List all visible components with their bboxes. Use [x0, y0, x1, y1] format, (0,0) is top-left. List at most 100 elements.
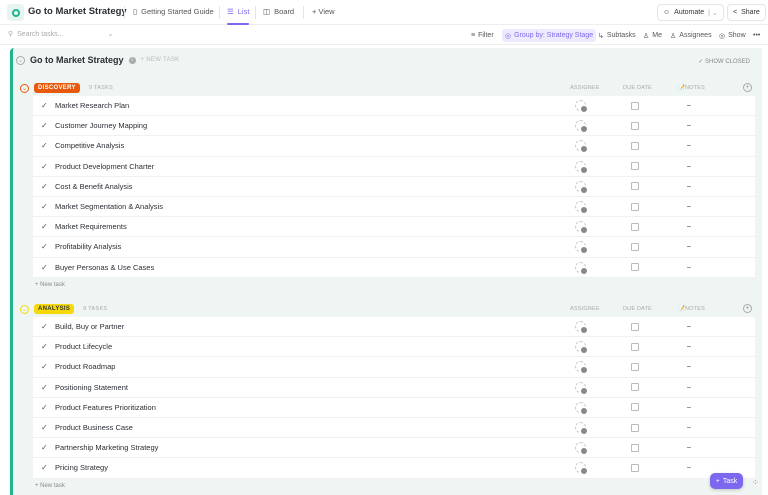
task-name[interactable]: Pricing Strategy — [55, 463, 108, 472]
check-icon[interactable]: ✓ — [41, 362, 48, 371]
add-column-icon[interactable]: + — [743, 304, 752, 313]
check-icon[interactable]: ✓ — [41, 263, 48, 272]
calendar-icon[interactable] — [631, 162, 639, 171]
notes-value[interactable]: – — [687, 464, 691, 471]
assignee-avatar-icon[interactable] — [575, 160, 588, 174]
task-row[interactable]: ✓ Build, Buy or Partner – — [33, 317, 755, 338]
filter-button[interactable]: ≡ Filter — [468, 29, 497, 42]
assignees-button[interactable]: ♙ Assignees — [667, 29, 715, 42]
check-icon[interactable]: ✓ — [41, 141, 48, 150]
calendar-icon[interactable] — [631, 141, 639, 150]
assignee-avatar-icon[interactable] — [575, 241, 588, 255]
new-task-button[interactable]: + New task — [35, 483, 762, 489]
calendar-icon[interactable] — [631, 423, 639, 432]
task-name[interactable]: Build, Buy or Partner — [55, 322, 124, 331]
check-icon[interactable]: ✓ — [41, 383, 48, 392]
assignee-avatar-icon[interactable] — [575, 462, 588, 476]
notes-value[interactable]: – — [687, 404, 691, 411]
calendar-icon[interactable] — [631, 202, 639, 211]
me-button[interactable]: ♙ Me — [640, 29, 665, 42]
task-name[interactable]: Cost & Benefit Analysis — [55, 182, 133, 191]
task-row[interactable]: ✓ Pricing Strategy – — [33, 458, 755, 479]
tab-getting-started[interactable]: ▯ Getting Started Guide — [133, 7, 214, 16]
assignee-avatar-icon[interactable] — [575, 140, 588, 154]
notes-value[interactable]: – — [687, 122, 691, 129]
task-row[interactable]: ✓ Product Business Case – — [33, 418, 755, 439]
assignee-avatar-icon[interactable] — [575, 201, 588, 215]
show-button[interactable]: ◎ Show — [716, 29, 749, 42]
task-name[interactable]: Profitability Analysis — [55, 242, 121, 251]
assignee-avatar-icon[interactable] — [575, 180, 588, 194]
assignee-avatar-icon[interactable] — [575, 261, 588, 275]
notes-value[interactable]: – — [687, 363, 691, 370]
assignee-avatar-icon[interactable] — [575, 442, 588, 456]
task-name[interactable]: Product Features Prioritization — [55, 403, 156, 412]
assignee-avatar-icon[interactable] — [575, 381, 588, 395]
task-row[interactable]: ✓ Market Requirements – — [33, 217, 755, 238]
notes-value[interactable]: – — [687, 102, 691, 109]
task-row[interactable]: ✓ Buyer Personas & Use Cases – — [33, 258, 755, 278]
notes-value[interactable]: – — [687, 223, 691, 230]
check-icon[interactable]: ✓ — [41, 242, 48, 251]
notes-value[interactable]: – — [687, 142, 691, 149]
notes-value[interactable]: – — [687, 203, 691, 210]
collapse-group-icon[interactable]: ⌄ — [20, 83, 29, 93]
subtasks-button[interactable]: ↳ Subtasks — [595, 29, 639, 42]
info-icon[interactable]: i — [128, 56, 136, 64]
calendar-icon[interactable] — [631, 222, 639, 231]
column-due-date[interactable]: DUE DATE — [623, 85, 652, 91]
task-name[interactable]: Partnership Marketing Strategy — [55, 443, 158, 452]
notes-value[interactable]: – — [687, 183, 691, 190]
check-icon[interactable]: ✓ — [41, 182, 48, 191]
tab-board[interactable]: ◫ Board — [263, 7, 294, 16]
check-icon[interactable]: ✓ — [41, 121, 48, 130]
task-row[interactable]: ✓ Product Lifecycle – — [33, 337, 755, 358]
column-assignee[interactable]: ASSIGNEE — [570, 306, 600, 312]
task-row[interactable]: ✓ Product Features Prioritization – — [33, 398, 755, 418]
calendar-icon[interactable] — [631, 242, 639, 251]
calendar-icon[interactable] — [631, 322, 639, 331]
assignee-avatar-icon[interactable] — [575, 120, 588, 134]
calendar-icon[interactable] — [631, 383, 639, 392]
task-name[interactable]: Product Lifecycle — [55, 342, 112, 351]
check-icon[interactable]: ✓ — [41, 423, 48, 432]
task-row[interactable]: ✓ Cost & Benefit Analysis – — [33, 177, 755, 197]
automate-button[interactable]: ☺ Automate | ⌄ — [657, 4, 724, 21]
check-icon[interactable]: ✓ — [41, 322, 48, 331]
check-icon[interactable]: ✓ — [41, 222, 48, 231]
new-task-button[interactable]: + New task — [35, 282, 762, 288]
task-row[interactable]: ✓ Product Development Charter – — [33, 157, 755, 177]
show-closed-button[interactable]: ✓ SHOW CLOSED — [698, 58, 750, 65]
notes-value[interactable]: – — [687, 424, 691, 431]
collapse-list-icon[interactable]: ⌄ — [16, 55, 25, 65]
add-task-button[interactable]: + Task — [710, 473, 743, 489]
assignee-avatar-icon[interactable] — [575, 221, 588, 235]
task-row[interactable]: ✓ Profitability Analysis – — [33, 237, 755, 258]
group-by-button[interactable]: ◎ Group by: Strategy Stage — [502, 29, 597, 42]
calendar-icon[interactable] — [631, 182, 639, 191]
task-name[interactable]: Product Roadmap — [55, 362, 115, 371]
calendar-icon[interactable] — [631, 263, 639, 272]
assignee-avatar-icon[interactable] — [575, 401, 588, 415]
task-name[interactable]: Market Requirements — [55, 222, 127, 231]
apps-icon[interactable]: ⁘ — [752, 478, 759, 487]
check-icon[interactable]: ✓ — [41, 463, 48, 472]
task-row[interactable]: ✓ Market Research Plan – — [33, 96, 755, 117]
task-row[interactable]: ✓ Product Roadmap – — [33, 357, 755, 378]
new-task-link[interactable]: + NEW TASK — [141, 57, 180, 63]
notes-value[interactable]: – — [687, 444, 691, 451]
add-column-icon[interactable]: + — [743, 83, 752, 92]
calendar-icon[interactable] — [631, 362, 639, 371]
tab-list[interactable]: ☰ List — [227, 7, 249, 16]
notes-value[interactable]: – — [687, 264, 691, 271]
task-row[interactable]: ✓ Positioning Statement – — [33, 378, 755, 398]
column-notes[interactable]: 📝NOTES — [678, 306, 705, 312]
column-assignee[interactable]: ASSIGNEE — [570, 85, 600, 91]
more-button[interactable]: ••• — [750, 29, 763, 42]
task-row[interactable]: ✓ Market Segmentation & Analysis – — [33, 197, 755, 218]
assignee-avatar-icon[interactable] — [575, 100, 588, 114]
calendar-icon[interactable] — [631, 101, 639, 110]
share-button[interactable]: < Share — [727, 4, 766, 21]
calendar-icon[interactable] — [631, 121, 639, 130]
task-name[interactable]: Market Segmentation & Analysis — [55, 202, 163, 211]
